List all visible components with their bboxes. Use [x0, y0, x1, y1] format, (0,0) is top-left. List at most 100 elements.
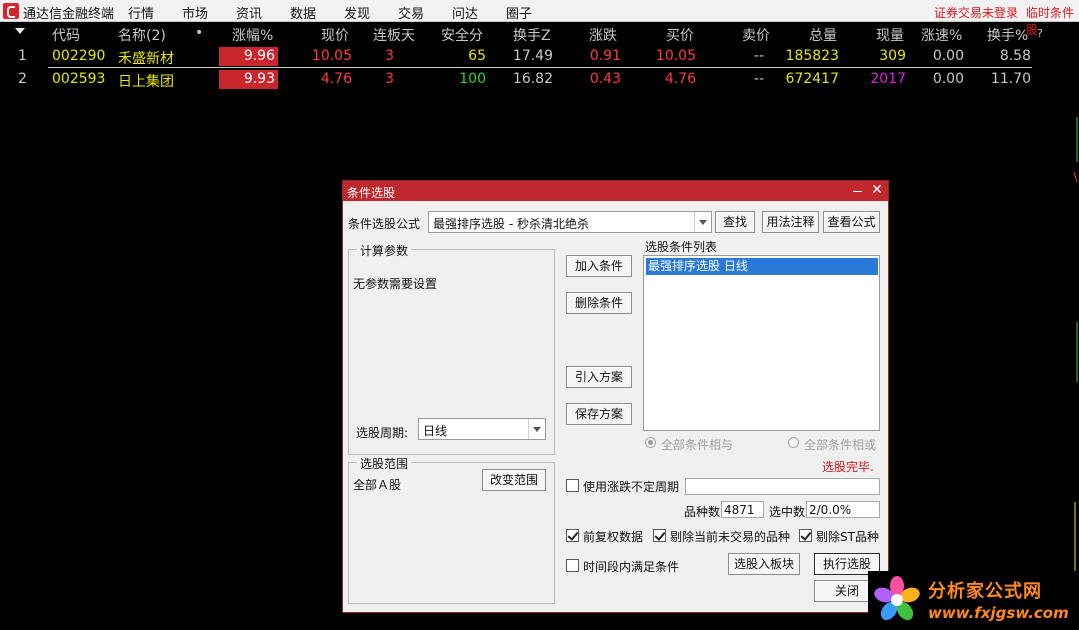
dialog-title: 条件选股	[347, 186, 396, 200]
selected-field: 2/0.0%	[806, 501, 880, 518]
row-selection-underline	[48, 67, 1032, 68]
menu-data[interactable]: 数据	[290, 3, 316, 22]
menu-market[interactable]: 市场	[182, 3, 208, 22]
stock-score: 100	[459, 71, 486, 87]
range-group-title: 选股范围	[357, 455, 412, 472]
stock-speed: 0.00	[932, 71, 964, 87]
radio-all-or[interactable]	[788, 437, 799, 448]
period-select[interactable]: 日线	[418, 418, 546, 440]
stock-price: 10.05	[311, 48, 352, 64]
stock-score: 65	[468, 48, 486, 64]
app-title: 通达信金融终端	[23, 7, 115, 22]
table-row[interactable]: 2 002593 日上集团 9.93 4.76 3 100 16.82 0.43…	[0, 69, 1040, 91]
stock-name: 禾盛新材	[118, 51, 174, 67]
exclude-untraded-label: 剔除当前未交易的品种	[670, 530, 791, 544]
col-turnover-z[interactable]: 换手Z	[513, 25, 551, 45]
col-ask[interactable]: 卖价	[742, 25, 770, 45]
minimize-icon[interactable]	[852, 183, 864, 197]
col-score[interactable]: 安全分	[441, 25, 483, 45]
adjust-label: 前复权数据	[583, 530, 644, 544]
col-limit-days[interactable]: 连板天	[373, 25, 415, 45]
params-text: 无参数需要设置	[353, 277, 438, 291]
use-period-label: 使用涨跌不定周期	[583, 480, 680, 494]
condition-list-label: 选股条件列表	[645, 240, 718, 254]
app-logo-icon	[3, 3, 19, 19]
menu-circle[interactable]: 圈子	[506, 3, 532, 22]
exclude-untraded-checkbox[interactable]	[653, 529, 666, 542]
menu-news[interactable]: 资讯	[236, 3, 262, 22]
stock-limit-days: 3	[385, 48, 394, 64]
find-button[interactable]: 查找	[715, 211, 755, 233]
view-formula-button[interactable]: 查看公式	[823, 211, 880, 233]
watermark-name: 分析家公式网	[928, 581, 1042, 602]
selected-value: 2/0.0%	[809, 503, 852, 517]
help-icon[interactable]: ?	[1037, 27, 1043, 40]
period-input[interactable]	[685, 478, 880, 495]
chevron-down-icon[interactable]	[528, 419, 545, 439]
col-speed[interactable]: 涨速%	[921, 25, 962, 45]
usage-notes-button[interactable]: 用法注释	[762, 211, 819, 233]
stock-ask: --	[753, 71, 764, 87]
stock-cur-vol: 309	[879, 48, 906, 64]
time-range-checkbox[interactable]	[566, 559, 579, 572]
menu-quotes[interactable]: 行情	[128, 3, 154, 22]
dialog-titlebar[interactable]: 条件选股 ✕	[343, 181, 888, 201]
import-scheme-button[interactable]: 引入方案	[566, 366, 632, 388]
add-to-block-button[interactable]: 选股入板块	[728, 553, 800, 575]
delete-condition-button[interactable]: 删除条件	[566, 292, 632, 314]
menu-bar: 通达信金融终端 行情 市场 资讯 数据 发现 交易 问达 圈子 证券交易未登录 …	[0, 0, 1079, 37]
change-range-button[interactable]: 改变范围	[482, 469, 546, 491]
menu-discover[interactable]: 发现	[344, 3, 370, 22]
menu-trade[interactable]: 交易	[398, 3, 424, 22]
stock-turnover-z: 16.82	[512, 71, 553, 87]
params-group: 计算参数 无参数需要设置 选股周期: 日线	[348, 242, 555, 455]
period-select-value: 日线	[423, 424, 448, 438]
menu-ask[interactable]: 问达	[452, 3, 478, 22]
col-code[interactable]: 代码	[52, 25, 80, 45]
column-menu-arrow-icon[interactable]	[15, 28, 25, 34]
count-value: 4871	[724, 503, 755, 517]
condition-stock-selection-dialog: 条件选股 ✕ 条件选股公式 最强排序选股 - 秒杀清北绝杀 查找 用法注释 查看…	[342, 180, 889, 613]
row-index: 2	[18, 71, 27, 87]
exclude-st-label: 剔除ST品种	[816, 530, 879, 544]
chart-edge-strip	[1070, 22, 1079, 630]
radio-all-and[interactable]	[645, 437, 656, 448]
condition-list[interactable]: 最强排序选股 日线	[643, 255, 880, 431]
close-icon[interactable]: ✕	[870, 182, 884, 198]
col-dot: •	[195, 25, 204, 41]
exclude-st-checkbox[interactable]	[799, 529, 812, 542]
col-bid[interactable]: 买价	[666, 25, 694, 45]
stock-turnover: 11.70	[990, 71, 1031, 87]
col-cur-vol[interactable]: 现量	[876, 25, 904, 45]
stock-change: 0.43	[589, 71, 621, 87]
radio-all-or-label: 全部条件相或	[804, 438, 877, 452]
formula-select[interactable]: 最强排序选股 - 秒杀清北绝杀	[428, 211, 712, 233]
col-turnover[interactable]: 换手%	[987, 25, 1028, 45]
table-row[interactable]: 1 002290 禾盛新材 9.96 10.05 3 65 17.49 0.91…	[0, 46, 1040, 68]
use-period-checkbox[interactable]	[566, 479, 579, 492]
stock-bid: 4.76	[664, 71, 696, 87]
params-group-title: 计算参数	[357, 242, 412, 259]
col-name[interactable]: 名称(2)	[118, 25, 166, 45]
formula-label: 条件选股公式	[348, 217, 421, 231]
chevron-down-icon[interactable]	[694, 212, 711, 232]
range-group: 选股范围 全部Ａ股 改变范围	[348, 455, 555, 604]
count-label: 品种数	[684, 505, 721, 519]
row-index: 1	[18, 48, 27, 64]
col-volume[interactable]: 总量	[809, 25, 837, 45]
stock-bid: 10.05	[655, 48, 696, 64]
col-price[interactable]: 现价	[321, 25, 349, 45]
add-condition-button[interactable]: 加入条件	[566, 255, 632, 277]
adjust-checkbox[interactable]	[566, 529, 579, 542]
time-range-label: 时间段内满足条件	[583, 560, 680, 574]
stock-cur-vol: 2017	[870, 71, 906, 87]
stock-speed: 0.00	[932, 48, 964, 64]
stock-pct: 9.93	[243, 71, 275, 87]
status-text: 选股完毕.	[822, 460, 874, 474]
watermark-url: www.fxjgsw.com	[928, 604, 1069, 622]
list-item[interactable]: 最强排序选股 日线	[646, 258, 878, 275]
trade-login-status[interactable]: 证券交易未登录	[934, 4, 1018, 21]
col-change[interactable]: 涨跌	[589, 25, 617, 45]
save-scheme-button[interactable]: 保存方案	[566, 403, 632, 425]
col-pct[interactable]: 涨幅%	[232, 25, 273, 45]
